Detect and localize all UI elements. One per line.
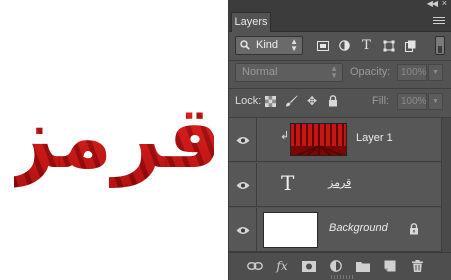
layer-name: Background	[329, 222, 388, 234]
filter-row: Kind ▲ ▼ T	[235, 36, 445, 56]
resize-grip[interactable]	[331, 275, 353, 279]
blend-mode-label: Normal	[242, 66, 278, 78]
visibility-eye-icon[interactable]	[229, 118, 257, 162]
layers-list: ↲ Layer 1 T قرمز Background	[229, 118, 442, 252]
panel-menu-icon[interactable]	[433, 17, 445, 25]
mask-icon[interactable]	[301, 259, 317, 273]
lock-icons: ✥	[263, 94, 340, 108]
trash-icon[interactable]	[409, 259, 425, 273]
blend-row: Normal ▲ ▼ Opacity: 100% ▼	[235, 63, 445, 83]
lock-transparency-icon[interactable]	[263, 94, 277, 108]
new-layer-icon[interactable]	[382, 259, 398, 273]
canvas-area: قرمز قرمز	[0, 0, 228, 280]
layer-thumbnail[interactable]	[290, 123, 347, 156]
opacity-input[interactable]: 100%	[397, 64, 427, 81]
fill-input[interactable]: 100%	[397, 93, 427, 110]
adjustment-icon[interactable]	[328, 259, 344, 273]
bottom-icons: fx	[247, 259, 425, 273]
blend-mode-select[interactable]: Normal ▲ ▼	[235, 63, 343, 82]
lock-pixels-brush-icon[interactable]	[284, 94, 298, 108]
opacity-label: Opacity:	[350, 66, 391, 78]
chevron-updown-icon: ▲ ▼	[290, 37, 298, 53]
lock-all-icon[interactable]	[326, 94, 340, 108]
bottom-toolbar: fx	[229, 252, 451, 280]
layer-name: قرمز	[328, 177, 352, 189]
search-icon	[240, 40, 250, 50]
layers-panel: ◀◀ × Layers Kind ▲ ▼ T Normal ▲ ▼ Opacit…	[228, 0, 451, 280]
lock-position-move-icon[interactable]: ✥	[305, 94, 319, 108]
panel-tabbar: Layers	[229, 10, 451, 32]
text-artwork: قرمز قرمز	[14, 88, 214, 188]
fx-icon[interactable]: fx	[274, 259, 290, 273]
layer-thumbnail[interactable]	[263, 212, 318, 248]
opacity-dropdown-icon[interactable]: ▼	[428, 64, 443, 81]
panel-topbar: ◀◀ ×	[229, 0, 451, 10]
layers-scrollbar[interactable]	[441, 118, 451, 252]
tab-layers[interactable]: Layers	[231, 12, 271, 32]
fill-label: Fill:	[372, 95, 390, 107]
link-icon[interactable]	[247, 259, 263, 273]
visibility-eye-icon[interactable]	[229, 163, 257, 207]
smart-object-filter-icon[interactable]	[403, 38, 418, 53]
fill-dropdown-icon[interactable]: ▼	[428, 93, 443, 110]
layer-row-background[interactable]: Background	[229, 208, 442, 252]
image-filter-icon[interactable]	[315, 38, 330, 53]
divider	[229, 88, 451, 89]
filter-toggle-switch[interactable]	[435, 36, 445, 55]
kind-filter-select[interactable]: Kind ▲ ▼	[235, 36, 303, 55]
chevron-updown-icon: ▲ ▼	[330, 64, 338, 80]
clipping-mask-arrow-icon: ↲	[280, 130, 290, 142]
lock-label: Lock:	[235, 95, 262, 107]
lock-row: Lock: ✥ Fill: 100% ▼	[235, 92, 445, 112]
filter-icons: T	[315, 38, 418, 54]
shape-filter-icon[interactable]	[381, 38, 396, 53]
close-icon[interactable]: ×	[442, 0, 447, 8]
folder-icon[interactable]	[355, 259, 371, 273]
layer-row-text[interactable]: T قرمز	[229, 163, 442, 207]
divider	[229, 60, 451, 61]
kind-label: Kind	[256, 39, 279, 51]
lock-icon	[410, 223, 418, 235]
layer-row-layer-1[interactable]: ↲ Layer 1	[229, 118, 442, 162]
collapse-icon[interactable]: ◀◀	[427, 0, 438, 8]
art-text-shade: قرمز	[14, 88, 214, 188]
adjustment-filter-icon[interactable]	[337, 38, 352, 53]
type-layer-icon: T	[281, 171, 295, 195]
visibility-eye-icon[interactable]	[229, 208, 257, 252]
layer-name: Layer 1	[356, 132, 393, 144]
type-filter-icon[interactable]: T	[359, 38, 374, 53]
